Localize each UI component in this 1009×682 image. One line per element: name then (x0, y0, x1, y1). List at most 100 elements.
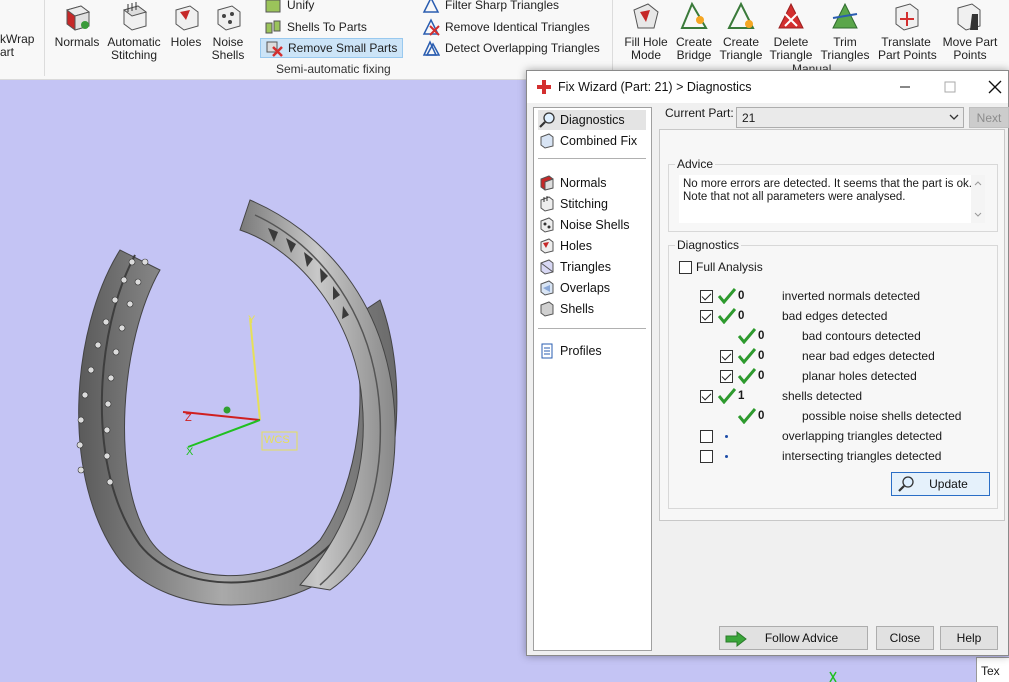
maximize-icon (944, 81, 955, 93)
bad-edges-checkbox[interactable] (700, 310, 713, 323)
automatic-stitching-button[interactable]: Automatic Stitching (106, 0, 162, 64)
inverted-normals-checkbox[interactable] (700, 290, 713, 303)
shells-count: 1 (738, 390, 745, 402)
z-axis-label: Z (185, 412, 192, 424)
wcs-label: WCS (264, 434, 290, 446)
magnifier-icon (898, 476, 914, 492)
unify-icon (265, 0, 281, 13)
remove-identical-triangles-button[interactable]: Remove Identical Triangles (418, 17, 594, 37)
fill-hole-mode-button[interactable]: Fill Hole Mode (622, 0, 670, 64)
intersecting-triangles-checkbox[interactable] (700, 450, 713, 463)
nav-profiles-label: Profiles (560, 344, 602, 358)
maximize-button[interactable] (927, 71, 972, 103)
bad-edges-label: bad edges detected (782, 309, 888, 323)
noise-shells-label: possible noise shells detected (802, 409, 962, 423)
update-button[interactable]: Update (891, 472, 990, 496)
unify-button[interactable]: Unify (260, 0, 318, 15)
nav-triangles-label: Triangles (560, 260, 611, 274)
minimize-button[interactable] (882, 71, 927, 103)
detect-overlapping-triangles-button[interactable]: Detect Overlapping Triangles (418, 38, 604, 58)
overlapping-triangles-label: overlapping triangles detected (782, 429, 943, 443)
x-axis (187, 419, 261, 448)
nav-noise-shells-label: Noise Shells (560, 218, 630, 232)
create-bridge-button[interactable]: Create Bridge (674, 0, 714, 64)
close-window-button[interactable] (972, 71, 1009, 103)
nav-overlaps[interactable]: Overlaps (538, 278, 618, 298)
corner-tab[interactable]: Tex (976, 657, 1009, 682)
move-part-points-button[interactable]: Move Part Points (942, 0, 998, 64)
ribbon-toolbar: kWrap art Normals Automatic Stitching Ho… (0, 0, 1009, 80)
normals-button[interactable]: Normals (54, 0, 100, 64)
near-bad-edges-checkbox[interactable] (720, 350, 733, 363)
help-button[interactable]: Help (940, 626, 998, 650)
shells-to-parts-label[interactable]: Shells To Parts (287, 20, 367, 34)
follow-advice-button[interactable]: Follow Advice (719, 626, 868, 650)
nav-normals[interactable]: Normals (538, 173, 615, 193)
diagnostics-panel: Advice No more errors are detected. It s… (659, 129, 1005, 521)
diagnostics-legend: Diagnostics (675, 238, 742, 252)
advice-scrollbar[interactable] (971, 175, 985, 223)
translate-part-points-button[interactable]: Translate Part Points (878, 0, 937, 64)
next-button[interactable]: Next (969, 107, 1009, 128)
stitching-icon (122, 2, 148, 31)
shells-to-parts-icon (265, 20, 281, 34)
delete-triangle-icon (778, 2, 804, 29)
trim-triangles-button[interactable]: Trim Triangles (818, 0, 872, 64)
delete-triangle-label-2: Triangle (769, 48, 813, 62)
check-ok-icon (738, 328, 756, 344)
overlapping-triangles-checkbox[interactable] (700, 430, 713, 443)
nav-stitching[interactable]: Stitching (538, 194, 616, 214)
noise-shells-button[interactable]: Noise Shells (210, 0, 246, 64)
filter-sharp-triangles-button[interactable]: Filter Sharp Triangles (418, 0, 563, 15)
filter-sharp-triangles-label: Filter Sharp Triangles (445, 0, 560, 12)
not-analysed-dot-icon (725, 455, 728, 458)
planar-holes-checkbox[interactable] (720, 370, 733, 383)
remove-small-parts-button[interactable]: Remove Small Parts (260, 38, 403, 58)
nav-separator (538, 328, 646, 329)
create-bridge-label-2: Bridge (676, 48, 712, 62)
close-button[interactable]: Close (876, 626, 934, 650)
ribbon-separator (44, 0, 45, 76)
shells-to-parts-button[interactable]: Shells To Parts (260, 17, 371, 37)
holes-label: Holes (170, 35, 202, 49)
holes-button[interactable]: Holes (168, 0, 204, 64)
detect-overlapping-triangles-icon (422, 40, 440, 56)
trim-triangles-label-2: Triangles (820, 48, 870, 62)
planar-holes-count: 0 (758, 370, 765, 382)
holes-icon (175, 5, 199, 31)
check-ok-icon (738, 368, 756, 384)
intersecting-triangles-label: intersecting triangles detected (782, 449, 942, 463)
nav-profiles[interactable]: Profiles (538, 341, 610, 361)
normals-label: Normals (54, 35, 100, 49)
nav-triangles[interactable]: Triangles (538, 257, 619, 277)
advice-legend: Advice (675, 157, 716, 171)
nav-diagnostics[interactable]: Diagnostics (538, 110, 646, 130)
create-triangle-icon (727, 1, 755, 29)
scroll-arrows-icon (974, 181, 982, 217)
nav-combined-fix[interactable]: Combined Fix (538, 131, 645, 151)
shells-checkbox[interactable] (700, 390, 713, 403)
follow-advice-label: Follow Advice (764, 631, 839, 645)
filter-sharp-triangles-icon (422, 0, 440, 13)
create-triangle-button[interactable]: Create Triangle (718, 0, 764, 64)
fix-wizard-cross-icon (537, 80, 551, 94)
create-triangle-label-2: Triangle (719, 48, 763, 62)
current-part-select[interactable]: 21 (736, 107, 964, 128)
translate-part-points-icon (895, 3, 919, 31)
nav-holes[interactable]: Holes (538, 236, 600, 256)
detect-overlapping-triangles-label: Detect Overlapping Triangles (445, 41, 600, 55)
nav-overlaps-label: Overlaps (560, 281, 611, 295)
delete-triangle-button[interactable]: Delete Triangle (768, 0, 814, 64)
nav-shells[interactable]: Shells (538, 299, 602, 319)
nav-noise-shells[interactable]: Noise Shells (538, 215, 637, 235)
near-bad-edges-count: 0 (758, 350, 765, 362)
fix-wizard-dialog: Fix Wizard (Part: 21) > Diagnostics Diag… (526, 70, 1009, 656)
advice-group: Advice No more errors are detected. It s… (668, 157, 998, 232)
triangles-icon (540, 259, 554, 275)
full-analysis-checkbox[interactable] (679, 261, 692, 274)
dialog-titlebar[interactable]: Fix Wizard (Part: 21) > Diagnostics (527, 71, 1008, 103)
full-analysis-label: Full Analysis (696, 260, 763, 274)
dialog-title: Fix Wizard (Part: 21) > Diagnostics (558, 80, 752, 94)
unify-label: Unify (287, 0, 315, 12)
advice-line-1: No more errors are detected. It seems th… (683, 178, 972, 190)
